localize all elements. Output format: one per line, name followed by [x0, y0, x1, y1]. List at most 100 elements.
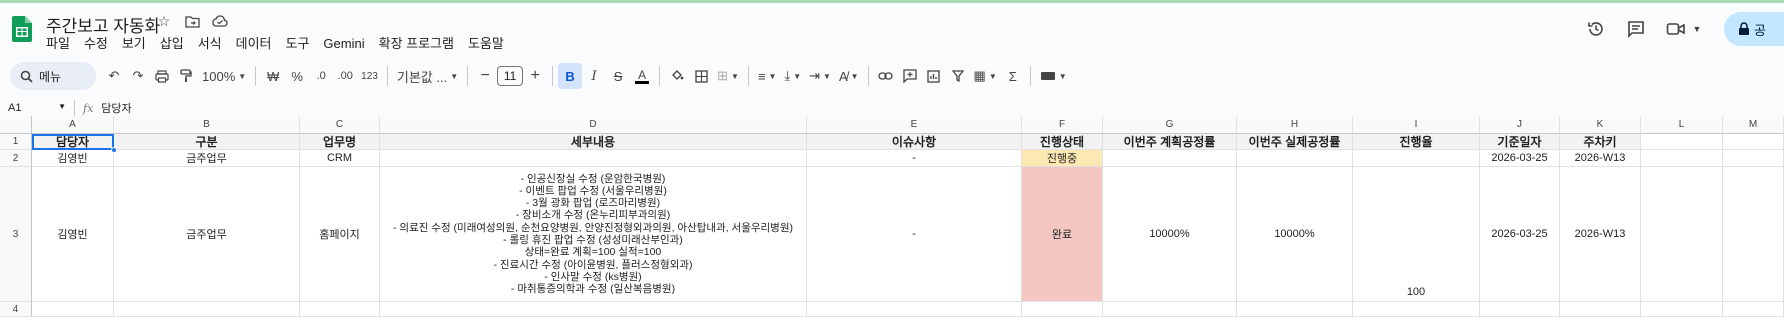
- cell-j2[interactable]: 2026-03-25: [1480, 150, 1560, 167]
- input-tools-icon[interactable]: ▼: [1036, 63, 1071, 89]
- cell-j3[interactable]: 2026-03-25: [1480, 167, 1560, 302]
- currency-format-button[interactable]: ₩: [261, 63, 285, 89]
- header-cell-category[interactable]: 구분: [114, 134, 300, 150]
- insert-comment-icon[interactable]: [898, 63, 922, 89]
- redo-icon[interactable]: ↷: [126, 63, 150, 89]
- decrease-decimal-button[interactable]: .0: [309, 63, 333, 89]
- version-history-icon[interactable]: [1584, 17, 1608, 41]
- menu-format[interactable]: 서식: [191, 34, 229, 54]
- row-header-4[interactable]: 4: [0, 302, 32, 317]
- cell-c3[interactable]: 홈페이지: [300, 167, 380, 302]
- move-folder-icon[interactable]: [184, 13, 200, 29]
- menu-extensions[interactable]: 확장 프로그램: [372, 34, 461, 54]
- text-color-button[interactable]: A: [630, 63, 654, 89]
- header-cell-planned-rate[interactable]: 이번주 계획공정률: [1103, 134, 1237, 150]
- column-header-b[interactable]: B: [114, 116, 300, 134]
- column-header-f[interactable]: F: [1022, 116, 1103, 134]
- select-all-corner[interactable]: [0, 116, 32, 134]
- column-header-j[interactable]: J: [1480, 116, 1560, 134]
- row-header-1[interactable]: 1: [0, 134, 32, 150]
- menu-file[interactable]: 파일: [46, 34, 77, 54]
- cell-i3[interactable]: 100: [1353, 167, 1480, 302]
- vertical-align-icon[interactable]: ⤓ ▼: [780, 63, 805, 89]
- cell-g4[interactable]: [1103, 302, 1237, 317]
- menu-help[interactable]: 도움말: [461, 34, 511, 54]
- cloud-status-icon[interactable]: [212, 13, 228, 29]
- cell-m4[interactable]: [1723, 302, 1784, 317]
- cell-i2[interactable]: [1353, 150, 1480, 167]
- cell-m2[interactable]: [1723, 150, 1784, 167]
- cell-m1[interactable]: [1723, 134, 1784, 150]
- star-icon[interactable]: ☆: [156, 13, 172, 29]
- menu-data[interactable]: 데이터: [229, 34, 279, 54]
- undo-icon[interactable]: ↶: [102, 63, 126, 89]
- cell-h3[interactable]: 10000%: [1237, 167, 1353, 302]
- insert-chart-icon[interactable]: [922, 63, 946, 89]
- column-header-h[interactable]: H: [1237, 116, 1353, 134]
- header-cell-status[interactable]: 진행상태: [1022, 134, 1103, 150]
- chevron-down-icon[interactable]: ▼: [1692, 17, 1702, 41]
- row-header-2[interactable]: 2: [0, 150, 32, 167]
- cell-d2[interactable]: [380, 150, 807, 167]
- strikethrough-button[interactable]: S: [606, 63, 630, 89]
- menu-search[interactable]: 메뉴: [10, 62, 96, 90]
- cell-a2[interactable]: 김영빈: [32, 150, 114, 167]
- cell-c2[interactable]: CRM: [300, 150, 380, 167]
- cell-i4[interactable]: [1353, 302, 1480, 317]
- functions-icon[interactable]: Σ: [1001, 63, 1025, 89]
- sheets-logo-icon[interactable]: [12, 16, 32, 42]
- percent-format-button[interactable]: %: [285, 63, 309, 89]
- font-size-decrease-button[interactable]: −: [473, 63, 497, 89]
- column-header-e[interactable]: E: [807, 116, 1022, 134]
- cell-m3[interactable]: [1723, 167, 1784, 302]
- bold-button[interactable]: B: [558, 63, 583, 89]
- cell-l1[interactable]: [1641, 134, 1723, 150]
- font-size-input[interactable]: 11: [497, 66, 524, 86]
- meet-video-icon[interactable]: [1664, 17, 1688, 41]
- comments-icon[interactable]: [1624, 17, 1648, 41]
- cell-b2[interactable]: 금주업무: [114, 150, 300, 167]
- horizontal-align-icon[interactable]: ≡ ▼: [754, 63, 781, 89]
- cell-k4[interactable]: [1560, 302, 1641, 317]
- cell-e4[interactable]: [807, 302, 1022, 317]
- increase-decimal-button[interactable]: .00: [333, 63, 357, 89]
- menu-tools[interactable]: 도구: [279, 34, 317, 54]
- cell-d4[interactable]: [380, 302, 807, 317]
- column-header-i[interactable]: I: [1353, 116, 1480, 134]
- cell-l2[interactable]: [1641, 150, 1723, 167]
- header-cell-base-date[interactable]: 기준일자: [1480, 134, 1560, 150]
- print-icon[interactable]: [150, 63, 174, 89]
- cell-a3[interactable]: 김영빈: [32, 167, 114, 302]
- font-size-increase-button[interactable]: +: [523, 63, 547, 89]
- zoom-select[interactable]: 100% ▼: [198, 63, 250, 89]
- header-cell-task-name[interactable]: 업무명: [300, 134, 380, 150]
- cell-k2[interactable]: 2026-W13: [1560, 150, 1641, 167]
- header-cell-issues[interactable]: 이슈사항: [807, 134, 1022, 150]
- fill-color-icon[interactable]: [665, 63, 689, 89]
- header-cell-week-key[interactable]: 주차키: [1560, 134, 1641, 150]
- merge-cells-icon[interactable]: ⊞ ▼: [713, 63, 743, 89]
- column-header-a[interactable]: A: [32, 116, 114, 134]
- cell-e2[interactable]: -: [807, 150, 1022, 167]
- text-wrap-icon[interactable]: ⇥ ▼: [805, 63, 835, 89]
- menu-view[interactable]: 보기: [115, 34, 153, 54]
- cell-f4[interactable]: [1022, 302, 1103, 317]
- cell-c4[interactable]: [300, 302, 380, 317]
- column-header-l[interactable]: L: [1641, 116, 1723, 134]
- header-cell-progress[interactable]: 진행율: [1353, 134, 1480, 150]
- status-cell-in-progress[interactable]: 진행중: [1022, 150, 1103, 167]
- header-cell-manager[interactable]: 담당자: [32, 134, 114, 150]
- paint-format-icon[interactable]: [174, 63, 198, 89]
- column-header-m[interactable]: M: [1723, 116, 1784, 134]
- header-cell-details[interactable]: 세부내용: [380, 134, 807, 150]
- italic-button[interactable]: I: [582, 63, 606, 89]
- cell-d3-details[interactable]: - 인공신장실 수정 (운암한국병원) - 이벤트 팝업 수정 (서울우리병원)…: [380, 167, 807, 302]
- font-select[interactable]: 기본값 ... ▼: [393, 63, 462, 89]
- column-header-c[interactable]: C: [300, 116, 380, 134]
- filter-icon[interactable]: [946, 63, 970, 89]
- cell-l4[interactable]: [1641, 302, 1723, 317]
- selection-handle[interactable]: [111, 147, 117, 153]
- cell-h2[interactable]: [1237, 150, 1353, 167]
- cell-k3[interactable]: 2026-W13: [1560, 167, 1641, 302]
- header-cell-actual-rate[interactable]: 이번주 실제공정률: [1237, 134, 1353, 150]
